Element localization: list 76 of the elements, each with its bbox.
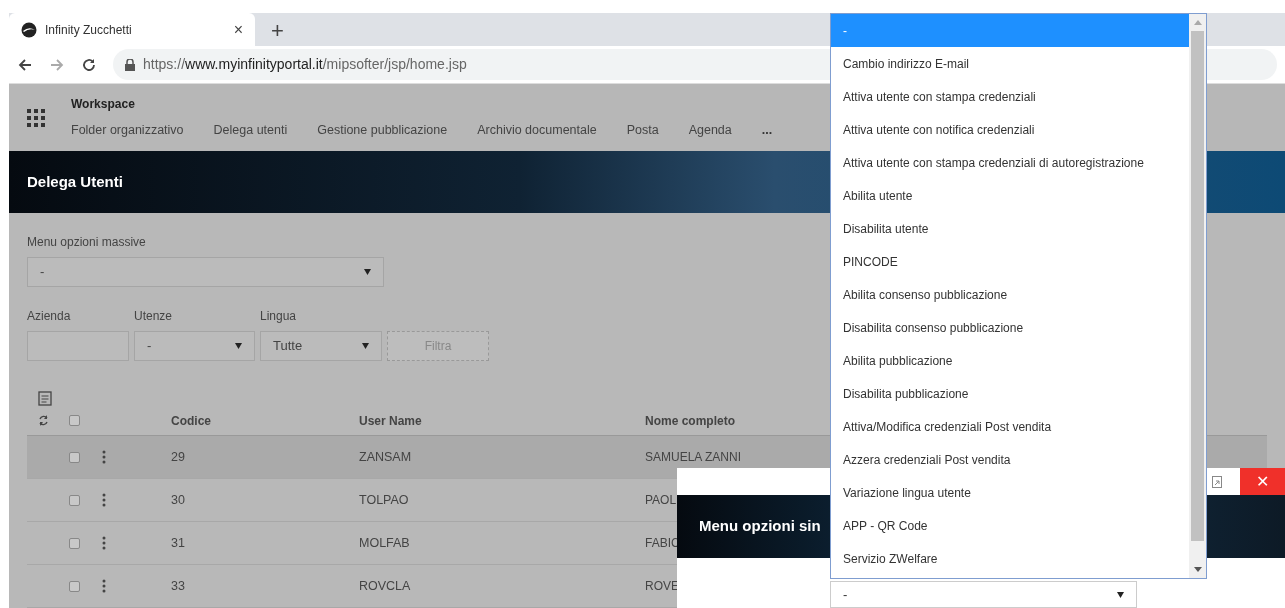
- list-icon[interactable]: [38, 391, 52, 406]
- table-cell-text: PAOL: [645, 492, 677, 509]
- more-vertical-icon[interactable]: [102, 450, 106, 464]
- checkbox[interactable]: [68, 537, 80, 549]
- reload-icon[interactable]: [81, 56, 97, 73]
- workspace-title: Workspace: [71, 96, 136, 114]
- field-label: Menu opzioni massive: [27, 234, 147, 251]
- field-label: Azienda: [27, 308, 72, 325]
- table-cell-text: 31: [171, 534, 186, 552]
- scroll-down-icon[interactable]: [1193, 567, 1202, 572]
- back-icon[interactable]: [17, 56, 33, 73]
- mass-options-select[interactable]: -: [27, 257, 384, 287]
- caret-icon: [235, 343, 242, 349]
- checkbox[interactable]: [68, 451, 80, 463]
- select-field[interactable]: -: [134, 331, 255, 361]
- scroll-up-icon[interactable]: [1193, 20, 1202, 25]
- resize-icon[interactable]: [1212, 475, 1222, 488]
- more-vertical-icon[interactable]: [102, 579, 106, 593]
- column-header: Codice: [171, 412, 212, 430]
- nav-link[interactable]: Posta: [626, 121, 659, 141]
- close-tab-button[interactable]: ×: [233, 21, 243, 38]
- close-button[interactable]: ✕: [1240, 468, 1285, 495]
- table-cell-text: 30: [171, 491, 186, 509]
- dropdown-option[interactable]: Disabilita consenso pubblicazione: [831, 311, 1189, 344]
- dropdown-option[interactable]: PINCODE: [831, 245, 1189, 278]
- page-title: Delega Utenti: [27, 172, 123, 192]
- column-header: User Name: [359, 412, 423, 430]
- table-cell-text: SAMUELA ZANNI: [645, 449, 742, 466]
- dropdown-option[interactable]: Azzera credenziali Post vendita: [831, 443, 1189, 476]
- nav-link[interactable]: Archivio documentale: [477, 121, 597, 141]
- apps-grid-icon[interactable]: [27, 108, 45, 127]
- dropdown-option[interactable]: Abilita utente: [831, 179, 1189, 212]
- select-field[interactable]: Tutte: [260, 331, 382, 361]
- tab-title: Infinity Zucchetti: [45, 21, 133, 39]
- table-cell-text: TOLPAO: [359, 491, 410, 509]
- refresh-icon[interactable]: [37, 414, 49, 427]
- nav-link[interactable]: Delega utenti: [213, 121, 288, 141]
- scrollbar-thumb[interactable]: [1191, 31, 1204, 541]
- field-label: Utenze: [134, 308, 174, 325]
- dropdown-option[interactable]: Abilita consenso pubblicazione: [831, 278, 1189, 311]
- table-cell-text: MOLFAB: [359, 534, 411, 552]
- checkbox[interactable]: [68, 415, 80, 426]
- column-header: Nome completo: [645, 412, 736, 430]
- caret-icon: [1117, 591, 1124, 598]
- field-label: Lingua: [260, 308, 298, 325]
- dropdown-option[interactable]: Attiva utente con notifica credenziali: [831, 113, 1189, 146]
- table-cell-text: 33: [171, 577, 186, 595]
- table-cell-text: 29: [171, 448, 186, 466]
- caret-icon: [362, 343, 369, 349]
- new-tab-button[interactable]: +: [271, 20, 284, 42]
- action-select[interactable]: -: [830, 581, 1137, 608]
- table-cell-text: ZANSAM: [359, 448, 413, 466]
- browser-tab[interactable]: Infinity Zucchetti ×: [9, 13, 255, 46]
- forward-icon[interactable]: [49, 56, 65, 73]
- more-vertical-icon[interactable]: [102, 536, 106, 550]
- dropdown-option[interactable]: Disabilita utente: [831, 212, 1189, 245]
- nav-link[interactable]: Folder organizzativo: [71, 121, 184, 141]
- url-text: https://www.myinfinityportal.it/mipsofter/jsp/home.jsp: [143, 55, 467, 75]
- dropdown-option[interactable]: Variazione lingua utente: [831, 476, 1189, 509]
- checkbox[interactable]: [68, 494, 80, 506]
- checkbox[interactable]: [68, 580, 80, 592]
- nav-link[interactable]: Gestione pubblicazione: [317, 121, 448, 141]
- dropdown-option[interactable]: Cambio indirizzo E-mail: [831, 47, 1189, 80]
- caret-icon: [364, 269, 371, 275]
- scrollbar[interactable]: [1189, 14, 1206, 578]
- dropdown-option[interactable]: Attiva utente con stampa credenziali di autoregistrazione: [831, 146, 1189, 179]
- logo-icon: [21, 21, 37, 38]
- more-vertical-icon[interactable]: [102, 493, 106, 507]
- table-cell-text: ROVCLA: [359, 577, 412, 595]
- lock-icon: [125, 58, 135, 71]
- nav-link[interactable]: Agenda: [688, 121, 732, 141]
- dropdown-option[interactable]: Attiva utente con stampa credenziali: [831, 80, 1189, 113]
- table-cell-text: ROVE: [645, 578, 679, 595]
- dropdown-option[interactable]: Disabilita pubblicazione: [831, 377, 1189, 410]
- more-button[interactable]: ...: [761, 121, 773, 141]
- dropdown-option[interactable]: Abilita pubblicazione: [831, 344, 1189, 377]
